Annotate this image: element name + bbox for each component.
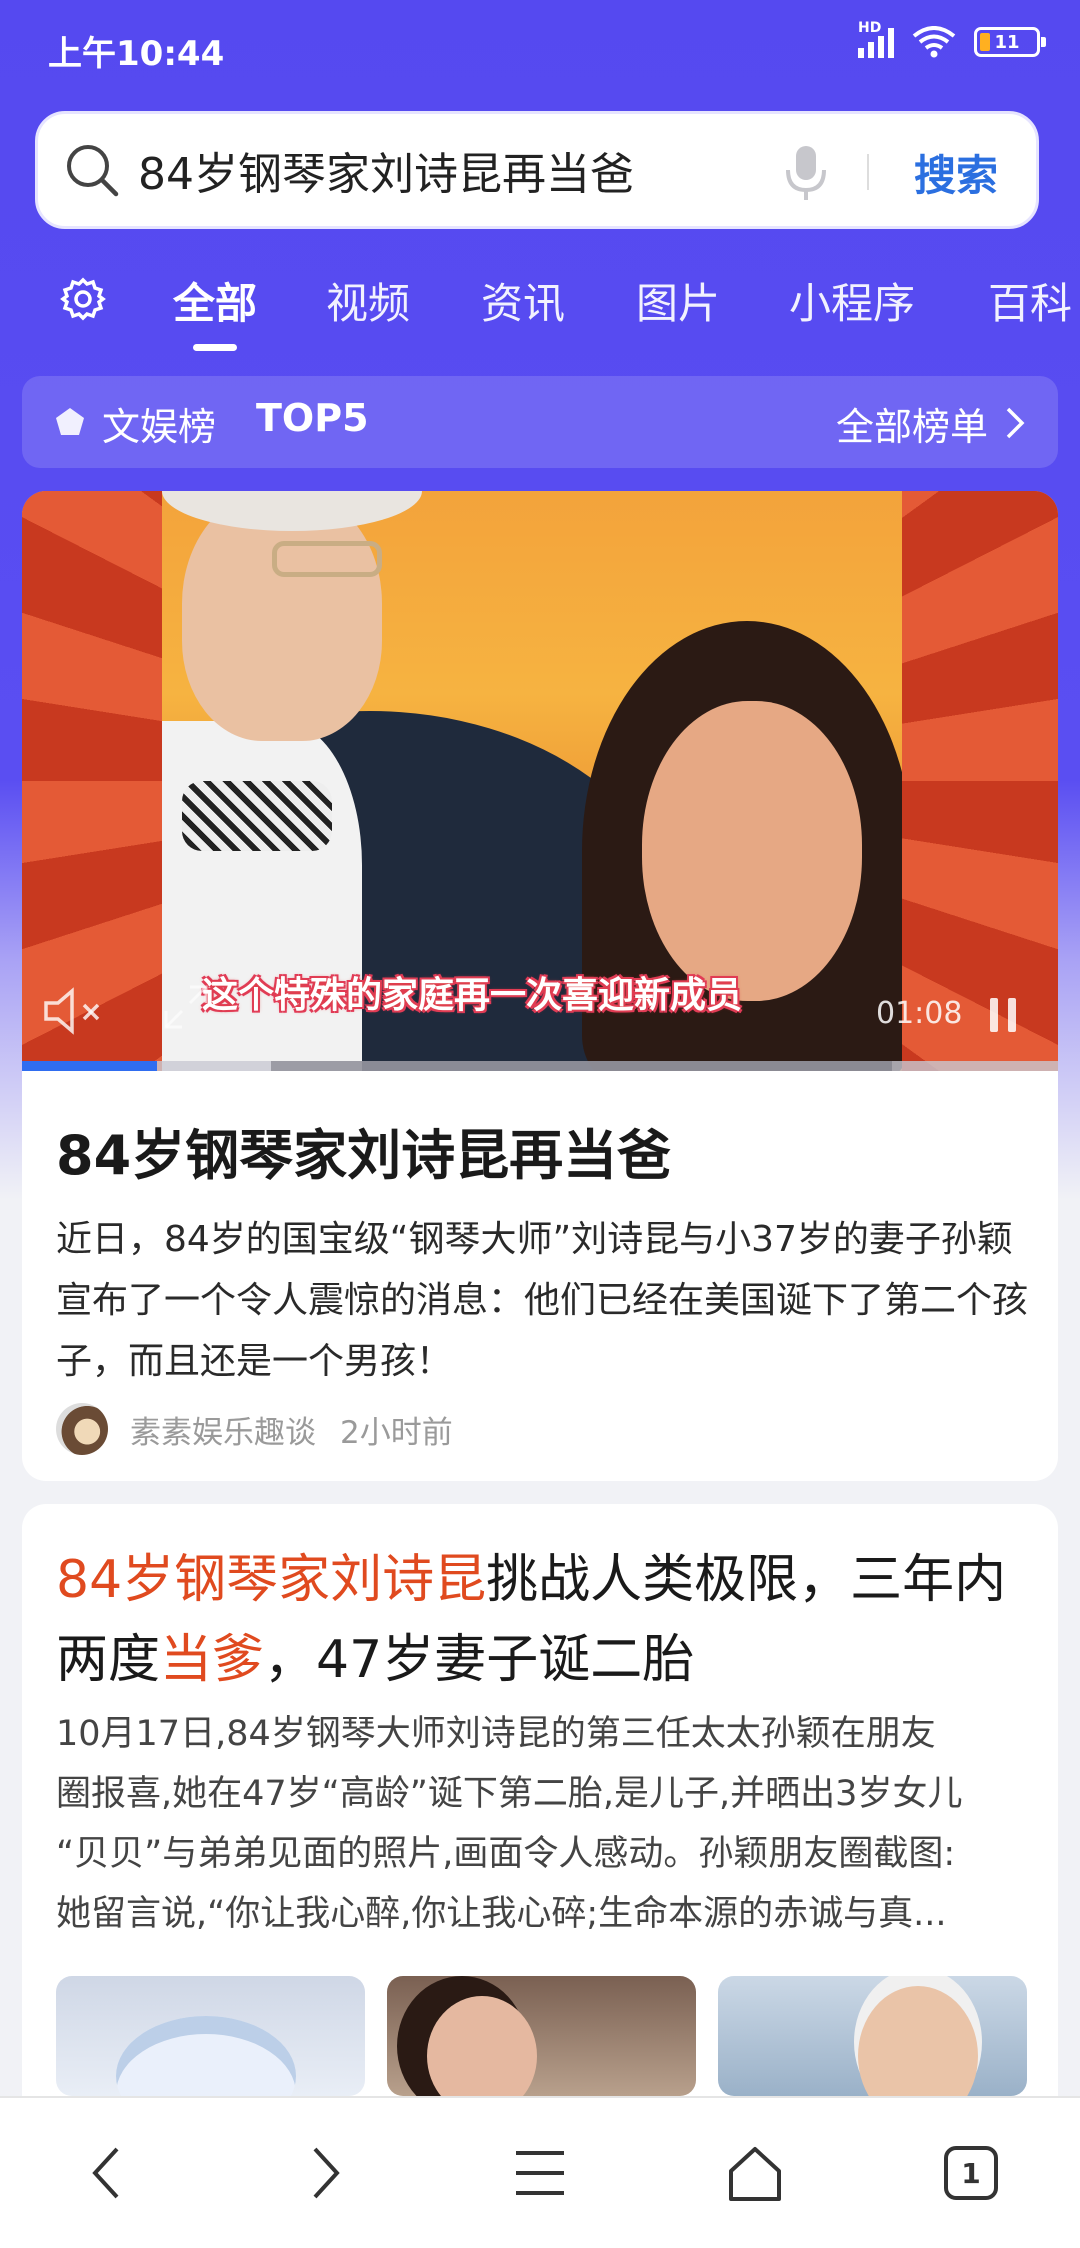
ranking-label: 文娱榜	[102, 405, 217, 449]
hamburger-menu-icon	[516, 2151, 564, 2195]
video-news-card[interactable]: 这个特殊的家庭再一次喜迎新成员 01:08 84岁钢琴家刘诗昆再当爸 近日，84…	[22, 491, 1058, 1481]
chevron-right-icon	[313, 2147, 340, 2199]
chevron-left-icon	[92, 2147, 119, 2199]
search-input[interactable]	[138, 144, 738, 196]
publish-time: 2小时前	[340, 1414, 453, 1451]
video-player[interactable]: 这个特殊的家庭再一次喜迎新成员 01:08	[22, 491, 1058, 1071]
news-meta: 素素娱乐趣谈 2小时前	[56, 1403, 453, 1455]
signal-icon: HD	[858, 20, 894, 58]
fullscreen-icon[interactable]	[162, 983, 210, 1031]
microphone-icon[interactable]	[778, 144, 834, 202]
summary-line: 10月17日,84岁钢琴大师刘诗昆的第三任太太孙颖在朋友	[56, 1714, 936, 1754]
gear-icon[interactable]	[60, 276, 106, 322]
tabs-button[interactable]: 1	[936, 2138, 1006, 2208]
video-progress-fill	[22, 1061, 157, 1071]
search-bar: 搜索	[35, 111, 1039, 229]
bottom-navigation: 1	[0, 2096, 1080, 2248]
forward-button[interactable]	[290, 2138, 360, 2208]
tab-images[interactable]: 图片	[636, 270, 720, 331]
article-card[interactable]: 84岁钢琴家刘诗昆挑战人类极限，三年内两度当爹，47岁妻子诞二胎 10月17日,…	[22, 1504, 1058, 2104]
title-highlight: 当爹	[160, 1630, 265, 1690]
network-type: HD	[858, 20, 882, 36]
battery-level: 11	[994, 31, 1020, 53]
pause-icon[interactable]	[988, 996, 1018, 1034]
menu-button[interactable]	[505, 2138, 575, 2208]
battery-icon: 11	[974, 27, 1046, 57]
source-name[interactable]: 素素娱乐趣谈	[130, 1407, 316, 1452]
summary-line: “贝贝”与弟弟见面的照片,画面令人感动。孙颖朋友圈截图:	[56, 1834, 956, 1874]
tab-encyclopedia[interactable]: 百科	[988, 270, 1072, 331]
pentagon-icon	[56, 408, 84, 435]
wifi-icon	[912, 26, 956, 58]
video-buffer	[270, 1061, 893, 1071]
active-tab-indicator	[193, 344, 237, 351]
article-summary: 10月17日,84岁钢琴大师刘诗昆的第三任太太孙颖在朋友 圈报喜,她在47岁“高…	[56, 1704, 1046, 1944]
source-avatar	[56, 1403, 108, 1455]
search-icon	[67, 145, 119, 197]
tab-mini-programs[interactable]: 小程序	[789, 270, 915, 331]
title-highlight: 84岁钢琴家刘诗昆	[56, 1550, 487, 1610]
search-divider	[867, 154, 869, 190]
thumbnail-image[interactable]	[718, 1976, 1027, 2096]
category-tabs: 全部 视频 资讯 图片 小程序 百科	[0, 258, 1080, 358]
news-summary: 近日，84岁的国宝级“钢琴大师”刘诗昆与小37岁的妻子孙颖宣布了一个令人震惊的消…	[56, 1219, 1029, 1382]
news-title[interactable]: 84岁钢琴家刘诗昆再当爸	[56, 1111, 671, 1190]
summary-line: 她留言说,“你让我心醉,你让我心碎;生命本源的赤诚与真...	[56, 1894, 947, 1934]
tab-video[interactable]: 视频	[326, 270, 410, 331]
home-icon	[729, 2147, 781, 2201]
ranking-top-label: TOP5	[256, 396, 369, 440]
video-duration: 01:08	[876, 996, 963, 1031]
article-thumbnails	[56, 1976, 1027, 2096]
entertainment-ranking-bar[interactable]: 文娱榜 TOP5 全部榜单	[22, 376, 1058, 468]
tab-all[interactable]: 全部	[173, 270, 257, 331]
search-button[interactable]: 搜索	[914, 142, 998, 203]
mute-icon[interactable]	[42, 983, 108, 1039]
thumbnail-image[interactable]	[56, 1976, 365, 2096]
video-subtitle: 这个特殊的家庭再一次喜迎新成员	[202, 975, 743, 1016]
thumbnail-image[interactable]	[387, 1976, 696, 2096]
video-progress-bar[interactable]	[22, 1061, 1058, 1071]
back-button[interactable]	[72, 2138, 142, 2208]
tab-count: 1	[961, 2156, 981, 2190]
status-bar: 上午10:44 HD 11	[0, 0, 1080, 96]
home-button[interactable]	[720, 2138, 790, 2208]
chevron-right-icon	[1006, 407, 1025, 439]
article-title[interactable]: 84岁钢琴家刘诗昆挑战人类极限，三年内两度当爹，47岁妻子诞二胎	[56, 1540, 1036, 1700]
summary-line: 圈报喜,她在47岁“高龄”诞下第二胎,是儿子,并晒出3岁女儿	[56, 1774, 963, 1814]
title-text: ，47岁妻子诞二胎	[264, 1630, 695, 1690]
status-time: 上午10:44	[48, 34, 225, 74]
tab-news[interactable]: 资讯	[481, 270, 565, 331]
all-rankings-link[interactable]: 全部榜单	[836, 396, 988, 451]
